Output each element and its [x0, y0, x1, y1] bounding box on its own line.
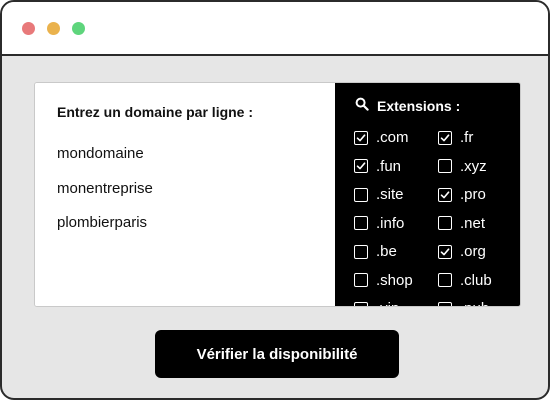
checkbox-unchecked-icon[interactable] [354, 216, 368, 230]
extension-option[interactable]: .info [354, 215, 404, 232]
extension-option[interactable]: .vip [354, 300, 399, 306]
extension-label: .fr [460, 129, 474, 146]
checkbox-unchecked-icon[interactable] [438, 159, 452, 173]
checkbox-unchecked-icon[interactable] [354, 301, 368, 306]
checkbox-checked-icon[interactable] [438, 187, 452, 202]
checkbox-checked-icon[interactable] [354, 130, 368, 145]
extension-label: .shop [376, 271, 413, 289]
domain-prompt-label: Entrez un domaine par ligne : [57, 104, 254, 120]
extension-label: .pub [460, 300, 489, 306]
checkbox-checked-icon[interactable] [438, 244, 452, 259]
checkbox-unchecked-icon[interactable] [354, 244, 368, 259]
extension-option[interactable]: .net [438, 215, 485, 232]
extension-option[interactable]: .xyz [438, 158, 487, 175]
extension-label: .vip [376, 300, 399, 306]
extension-label: .net [460, 214, 486, 232]
checkbox-unchecked-icon[interactable] [438, 273, 452, 287]
extension-option[interactable]: .site [354, 186, 404, 203]
title-bar [2, 2, 548, 56]
extension-option[interactable]: .be [354, 243, 397, 260]
verify-availability-button[interactable]: Vérifier la disponibilité [155, 330, 399, 378]
checkbox-unchecked-icon[interactable] [354, 273, 368, 287]
extension-option[interactable]: .org [438, 243, 486, 260]
checkbox-checked-icon[interactable] [438, 130, 452, 145]
extension-option[interactable]: .pub [438, 300, 489, 306]
extension-option[interactable]: .fun [354, 158, 401, 175]
extensions-title: Extensions : [377, 97, 461, 114]
domain-line: mondomaine [57, 145, 144, 162]
close-window-button[interactable] [22, 22, 35, 35]
extension-label: .org [460, 243, 486, 260]
extension-option[interactable]: .shop [354, 272, 413, 289]
extension-option[interactable]: .fr [438, 129, 473, 146]
extension-option[interactable]: .club [438, 272, 492, 289]
extensions-header: Extensions : [355, 97, 460, 114]
extension-label: .com [376, 129, 409, 146]
extension-option[interactable]: .pro [438, 186, 486, 203]
extension-label: .fun [376, 157, 402, 175]
domain-search-panel: Entrez un domaine par ligne : mondomaine… [34, 82, 521, 307]
extension-label: .pro [460, 186, 486, 203]
domain-line: monentreprise [57, 180, 153, 197]
maximize-window-button[interactable] [72, 22, 85, 35]
app-window: Entrez un domaine par ligne : mondomaine… [0, 0, 550, 400]
domain-line: plombierparis [57, 214, 148, 231]
extensions-pane: Extensions : .com .fr .fun .xyz .site .pro .in… [335, 83, 520, 306]
minimize-window-button[interactable] [47, 22, 60, 35]
domain-textarea[interactable]: Entrez un domaine par ligne : mondomaine… [35, 83, 335, 306]
checkbox-unchecked-icon[interactable] [438, 301, 452, 306]
checkbox-unchecked-icon[interactable] [438, 216, 452, 230]
extension-option[interactable]: .com [354, 129, 409, 146]
search-icon [355, 97, 369, 114]
extension-label: .xyz [460, 157, 487, 175]
extension-label: .club [460, 271, 492, 289]
extension-label: .info [376, 214, 405, 232]
checkbox-unchecked-icon[interactable] [354, 187, 368, 202]
checkbox-checked-icon[interactable] [354, 159, 368, 173]
extension-label: .site [376, 186, 404, 203]
extension-label: .be [376, 243, 397, 260]
